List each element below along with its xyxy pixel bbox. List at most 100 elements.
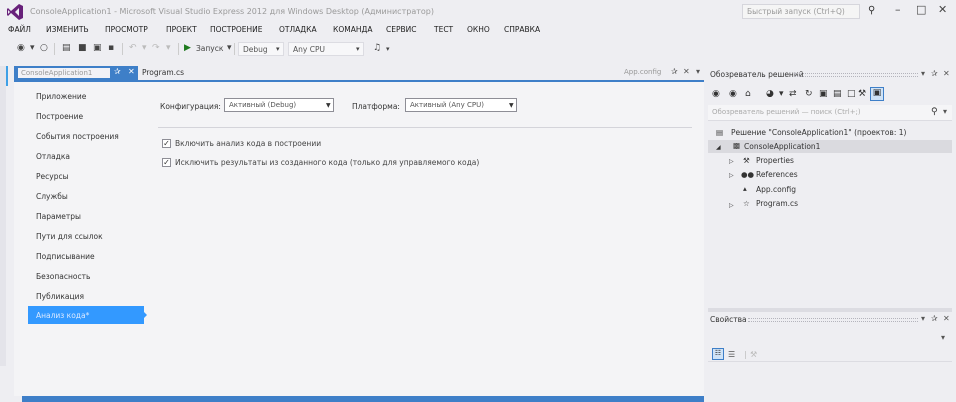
nav-item-application[interactable]: Приложение bbox=[36, 92, 86, 101]
quick-launch-input[interactable]: Быстрый запуск (Ctrl+Q) bbox=[742, 4, 860, 19]
enable-code-analysis-checkbox[interactable]: ✓ bbox=[162, 139, 171, 148]
chevron-down-icon[interactable]: ▾ bbox=[30, 43, 35, 53]
nav-item-resources[interactable]: Ресурсы bbox=[36, 172, 69, 181]
nav-item-settings[interactable]: Параметры bbox=[36, 212, 81, 221]
expand-arrow-icon[interactable]: ◢ bbox=[716, 144, 721, 151]
collapse-all-icon[interactable]: ▣ bbox=[819, 89, 828, 99]
close-icon[interactable]: ✕ bbox=[943, 314, 950, 323]
open-file-icon[interactable]: ▪ bbox=[108, 43, 114, 53]
menu-edit[interactable]: ИЗМЕНИТЬ bbox=[46, 25, 89, 34]
tab-program-cs[interactable]: Program.cs bbox=[142, 68, 184, 77]
new-project-icon[interactable]: ▤ bbox=[62, 43, 71, 53]
sync-icon[interactable]: ⇄ bbox=[789, 89, 797, 99]
pin-icon[interactable]: ✰ bbox=[671, 67, 678, 76]
tab-app-config[interactable]: App.config bbox=[624, 68, 661, 76]
wrench-icon[interactable]: ⚒ bbox=[750, 350, 757, 359]
pin-icon[interactable]: ✰ bbox=[114, 67, 121, 76]
tree-properties-node[interactable]: Properties bbox=[756, 156, 794, 165]
menu-team[interactable]: КОМАНДА bbox=[333, 25, 372, 34]
pin-icon[interactable]: ✰ bbox=[931, 314, 938, 323]
menu-project[interactable]: ПРОЕКТ bbox=[166, 25, 197, 34]
menu-build[interactable]: ПОСТРОЕНИЕ bbox=[210, 25, 263, 34]
property-pages-icon[interactable]: | bbox=[744, 350, 747, 359]
wrench-icon[interactable]: ⚒ bbox=[858, 89, 866, 99]
tree-solution-node[interactable]: Решение "ConsoleApplication1" (проектов:… bbox=[731, 128, 906, 137]
chevron-down-icon[interactable]: ▾ bbox=[941, 333, 945, 342]
menu-file[interactable]: ФАЙЛ bbox=[8, 25, 31, 34]
search-icon[interactable]: ⚲ bbox=[931, 107, 938, 117]
nav-item-reference-paths[interactable]: Пути для ссылок bbox=[36, 232, 103, 241]
nav-item-debug[interactable]: Отладка bbox=[36, 152, 70, 161]
refresh-icon[interactable]: ↻ bbox=[805, 89, 813, 99]
pane-splitter[interactable] bbox=[708, 308, 952, 312]
chevron-down-icon[interactable]: ▾ bbox=[386, 45, 390, 53]
collapse-arrow-icon[interactable]: ▷ bbox=[729, 158, 734, 165]
suppress-generated-code-checkbox[interactable]: ✓ bbox=[162, 158, 171, 167]
menu-test[interactable]: ТЕСТ bbox=[434, 25, 453, 34]
redo-icon[interactable]: ↷ bbox=[152, 43, 160, 53]
forward-icon[interactable]: ◉ bbox=[729, 89, 737, 99]
selection-arrow bbox=[143, 311, 147, 319]
close-tab-icon[interactable]: ✕ bbox=[683, 67, 690, 76]
close-icon[interactable]: ✕ bbox=[943, 69, 950, 78]
nav-item-build[interactable]: Построение bbox=[36, 112, 83, 121]
tree-project-node[interactable]: ConsoleApplication1 bbox=[744, 142, 820, 151]
close-tab-icon[interactable]: ✕ bbox=[128, 67, 135, 76]
menu-tools[interactable]: СЕРВИС bbox=[386, 25, 417, 34]
collapse-arrow-icon[interactable]: ▷ bbox=[729, 202, 734, 209]
properties-icon[interactable]: □ bbox=[847, 89, 856, 99]
menu-view[interactable]: ПРОСМОТР bbox=[105, 25, 148, 34]
alphabetical-icon[interactable]: ☰ bbox=[728, 350, 735, 359]
menu-debug[interactable]: ОТЛАДКА bbox=[279, 25, 317, 34]
solution-explorer-search-input[interactable]: Обозреватель решений — поиск (Ctrl+;) bbox=[708, 105, 952, 121]
back-icon[interactable]: ◉ bbox=[17, 43, 25, 53]
save-all-icon[interactable]: ▣ bbox=[93, 43, 102, 53]
properties-title: Свойства bbox=[710, 315, 747, 324]
solution-platform-combo[interactable]: Any CPU bbox=[288, 42, 364, 56]
nav-item-signing[interactable]: Подписывание bbox=[36, 252, 95, 261]
pin-icon[interactable]: ✰ bbox=[931, 69, 938, 78]
chevron-down-icon[interactable]: ▾ bbox=[142, 43, 147, 53]
pending-changes-icon[interactable]: ◕ bbox=[766, 89, 774, 99]
collapse-arrow-icon[interactable]: ▷ bbox=[729, 172, 734, 179]
menu-window[interactable]: ОКНО bbox=[467, 25, 490, 34]
back-icon[interactable]: ◉ bbox=[712, 89, 720, 99]
nav-item-security[interactable]: Безопасность bbox=[36, 272, 90, 281]
start-button-label[interactable]: Запуск bbox=[196, 44, 223, 53]
tab-project-properties-label: ConsoleApplication1 bbox=[18, 68, 110, 78]
chevron-down-icon[interactable]: ▾ bbox=[921, 314, 925, 323]
chevron-down-icon[interactable]: ▾ bbox=[696, 67, 700, 76]
chevron-down-icon[interactable]: ▾ bbox=[227, 43, 232, 53]
nav-item-build-events[interactable]: События построения bbox=[36, 132, 119, 141]
chevron-down-icon[interactable]: ▾ bbox=[166, 43, 171, 53]
close-button[interactable]: ✕ bbox=[938, 3, 947, 16]
chevron-down-icon[interactable]: ▾ bbox=[276, 45, 280, 53]
tree-references-node[interactable]: References bbox=[756, 170, 798, 179]
chevron-down-icon[interactable]: ▾ bbox=[943, 107, 947, 116]
platform-combo[interactable]: Активный (Any CPU) bbox=[405, 98, 517, 112]
tree-program-cs-node[interactable]: Program.cs bbox=[756, 199, 798, 208]
search-icon[interactable]: ⚲ bbox=[868, 5, 875, 16]
categorized-icon[interactable]: ☷ bbox=[712, 348, 724, 360]
tree-app-config-node[interactable]: App.config bbox=[756, 185, 796, 194]
minimize-button[interactable]: – bbox=[895, 3, 901, 16]
pane-gripper[interactable] bbox=[748, 318, 918, 322]
undo-icon[interactable]: ↶ bbox=[129, 43, 137, 53]
maximize-button[interactable]: □ bbox=[916, 3, 926, 16]
preview-selected-items-icon[interactable]: ▣ bbox=[870, 87, 884, 101]
chevron-down-icon[interactable]: ▾ bbox=[779, 89, 784, 99]
chevron-down-icon[interactable]: ▾ bbox=[921, 69, 925, 78]
pane-gripper[interactable] bbox=[794, 73, 918, 77]
chevron-down-icon[interactable]: ▾ bbox=[356, 45, 360, 53]
nav-item-services[interactable]: Службы bbox=[36, 192, 68, 201]
start-icon[interactable]: ▶ bbox=[184, 43, 191, 53]
menu-help[interactable]: СПРАВКА bbox=[504, 25, 540, 34]
save-icon[interactable]: ■ bbox=[78, 43, 87, 53]
home-icon[interactable]: ⌂ bbox=[745, 89, 751, 99]
nav-item-publish[interactable]: Публикация bbox=[36, 292, 84, 301]
configuration-combo[interactable]: Активный (Debug) bbox=[224, 98, 334, 112]
toolbox-strip[interactable] bbox=[0, 66, 6, 366]
forward-icon[interactable]: ○ bbox=[40, 43, 48, 53]
show-all-files-icon[interactable]: ▤ bbox=[833, 89, 842, 99]
find-in-files-icon[interactable]: ♫ bbox=[373, 43, 381, 53]
